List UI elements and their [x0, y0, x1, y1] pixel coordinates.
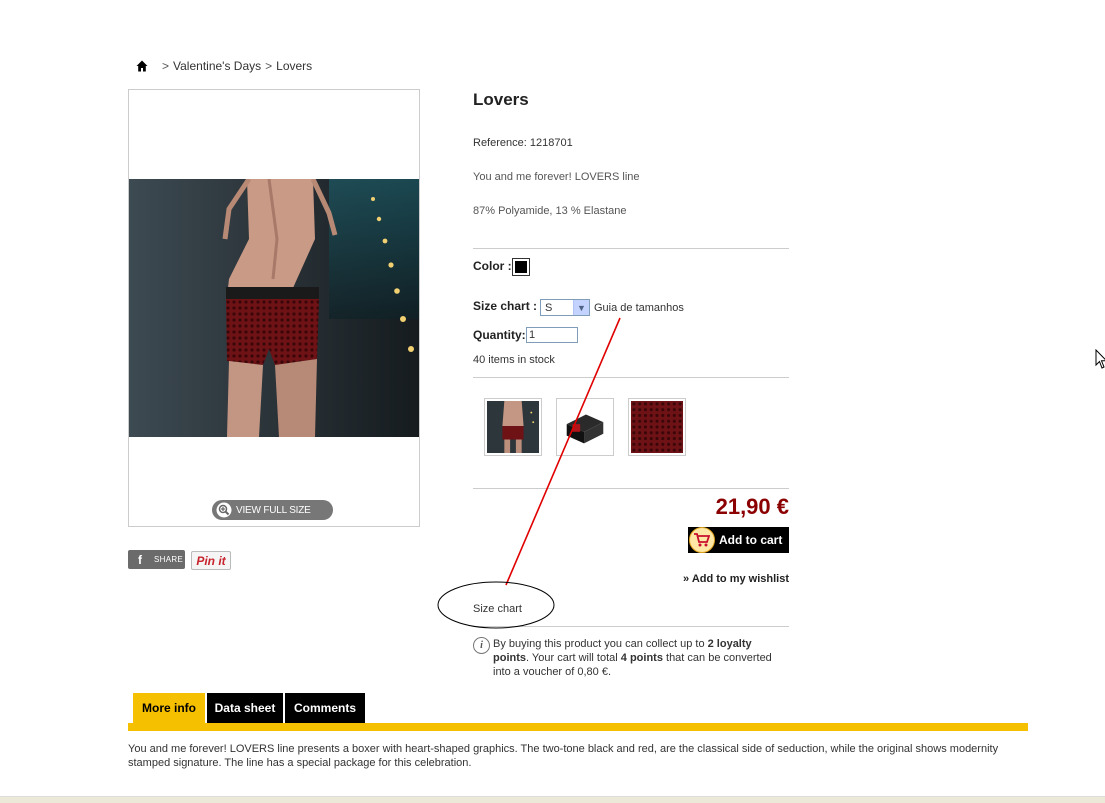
size-select[interactable]: S ▼ [540, 299, 590, 316]
breadcrumb: > Valentine's Days > Lovers [136, 58, 312, 74]
breadcrumb-separator: > [265, 59, 273, 73]
view-full-size-label: VIEW FULL SIZE [236, 504, 311, 516]
divider [473, 248, 789, 249]
pinterest-pin-button[interactable]: Pin it [191, 551, 231, 570]
loyalty-text-part: By buying this product you can collect u… [493, 638, 708, 650]
breadcrumb-valentines-days[interactable]: Valentine's Days [173, 59, 261, 73]
more-info-content: You and me forever! LOVERS line presents… [128, 743, 999, 769]
tab-comments[interactable]: Comments [285, 693, 365, 723]
loyalty-total-value: 4 points [620, 652, 663, 664]
info-icon: i [473, 637, 490, 654]
divider [473, 377, 789, 378]
add-to-cart-button[interactable]: Add to cart [688, 527, 789, 553]
view-full-size-button[interactable]: VIEW FULL SIZE [212, 500, 333, 520]
add-to-cart-label: Add to cart [719, 533, 783, 547]
size-chart-link[interactable]: Size chart [473, 603, 522, 615]
breadcrumb-current-lovers: Lovers [276, 59, 313, 73]
zoom-in-icon [216, 502, 232, 518]
home-icon[interactable] [136, 60, 148, 72]
tab-more-info[interactable]: More info [133, 693, 205, 723]
tab-underline-bar [128, 723, 1028, 731]
divider [473, 488, 789, 489]
add-to-wishlist-link[interactable]: » Add to my wishlist [640, 573, 789, 585]
color-label: Color : [473, 259, 512, 273]
product-short-description: You and me forever! LOVERS line [473, 171, 640, 183]
facebook-share-button[interactable]: f SHARE [128, 550, 185, 569]
product-price: 21,90 € [715, 494, 789, 519]
product-reference: Reference: 1218701 [473, 137, 573, 149]
stock-status: 40 items in stock [473, 354, 555, 366]
loyalty-text-part: . Your cart will total [526, 652, 621, 664]
product-title: Lovers [473, 90, 529, 109]
share-label: SHARE [154, 555, 184, 564]
divider [473, 626, 789, 627]
facebook-icon: f [138, 552, 142, 567]
size-guide-link[interactable]: Guia de tamanhos [594, 302, 684, 314]
thumbnail-fabric[interactable] [628, 398, 686, 456]
size-label: Size chart : [473, 299, 538, 313]
thumbnail-model[interactable] [484, 398, 542, 456]
quantity-input[interactable]: 1 [526, 327, 578, 343]
thumbnail-package[interactable] [556, 398, 614, 456]
quantity-label: Quantity: [473, 328, 526, 342]
chevron-down-icon[interactable]: ▼ [573, 300, 589, 315]
breadcrumb-separator: > [162, 59, 170, 73]
cart-icon [689, 527, 715, 553]
product-composition: 87% Polyamide, 13 % Elastane [473, 205, 627, 217]
color-swatch-black[interactable] [512, 258, 530, 276]
loyalty-text: By buying this product you can collect u… [493, 637, 789, 679]
loyalty-points-info: i By buying this product you can collect… [473, 637, 789, 679]
mouse-cursor-icon [1095, 349, 1105, 369]
tab-data-sheet[interactable]: Data sheet [207, 693, 283, 723]
size-select-value: S [545, 302, 553, 314]
product-tabs: More info Data sheet Comments [133, 693, 367, 723]
product-main-image[interactable] [129, 179, 419, 437]
